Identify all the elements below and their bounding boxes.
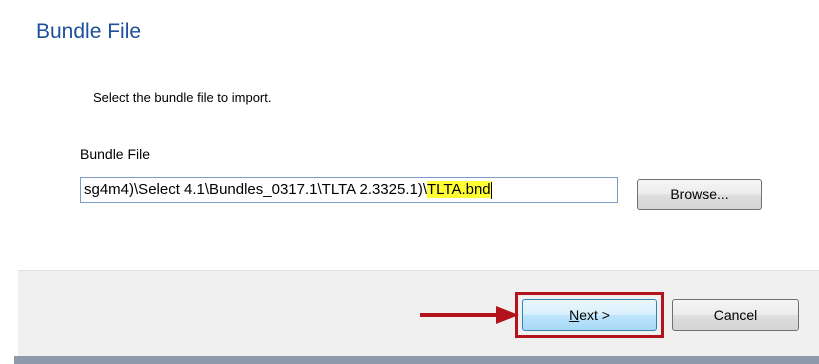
instruction-text: Select the bundle file to import. [93, 90, 272, 105]
text-caret [490, 181, 492, 199]
next-button[interactable]: Next > [522, 299, 657, 331]
bundle-file-label: Bundle File [80, 146, 151, 162]
dialog-content: Bundle File Select the bundle file to im… [18, 0, 819, 270]
path-selected-filename: TLTA.bnd [427, 181, 491, 198]
browse-button[interactable]: Browse... [637, 179, 762, 210]
next-mnemonic: N [569, 307, 580, 323]
next-label: ext > [579, 307, 610, 323]
path-prefix-text: sg4m4)\Select 4.1\Bundles_0317.1\TLTA 2.… [84, 181, 427, 198]
annotation-arrow-icon [420, 306, 519, 324]
bundle-file-path-input[interactable]: sg4m4)\Select 4.1\Bundles_0317.1\TLTA 2.… [80, 177, 618, 203]
page-title: Bundle File [36, 20, 142, 43]
cancel-button[interactable]: Cancel [672, 299, 799, 331]
window-frame-bottom [14, 356, 819, 364]
